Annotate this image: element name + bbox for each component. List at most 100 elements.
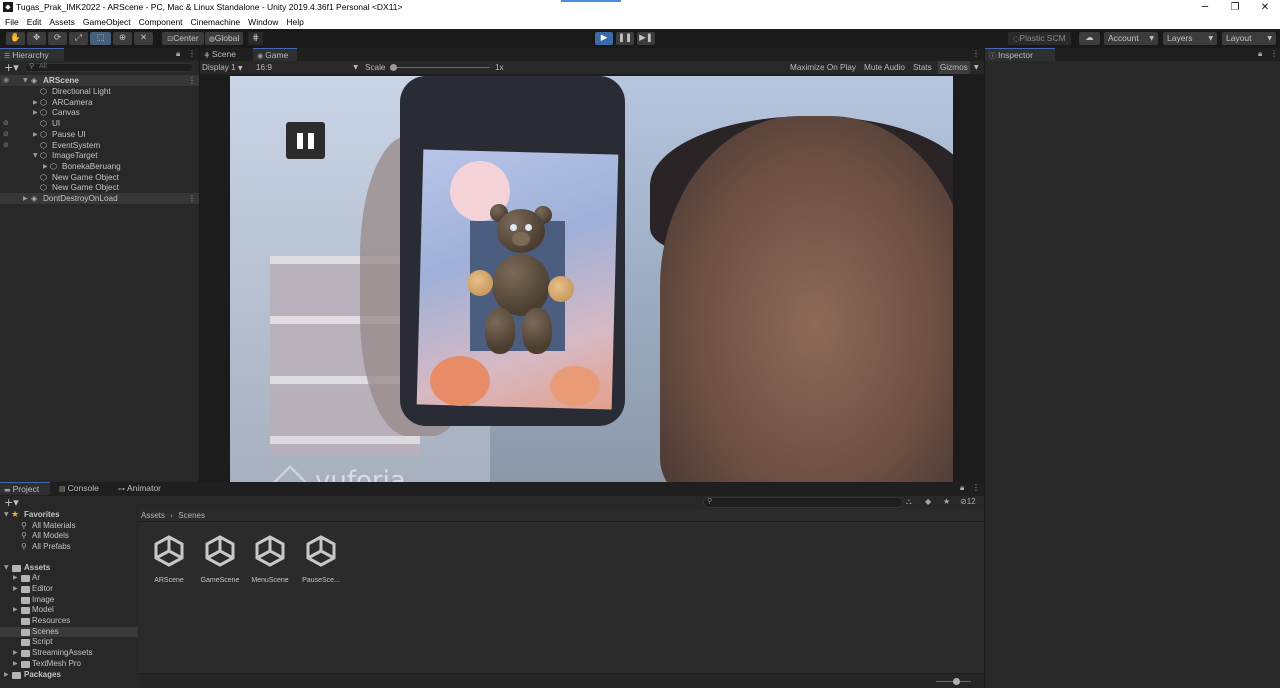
hierarchy-item[interactable]: ⬡ New Game Object	[0, 182, 199, 193]
visibility-eye-icon[interactable]: ◉	[3, 75, 9, 86]
hand-tool-icon[interactable]: ✋	[6, 32, 25, 45]
lock-icon[interactable]: 🔒︎	[960, 483, 964, 493]
hidden-packages-toggle[interactable]: ⊘12	[960, 497, 976, 506]
expand-arrow-icon[interactable]: ▶	[33, 129, 38, 140]
favorite-item[interactable]: ⚲ All Prefabs	[0, 542, 138, 553]
hierarchy-item[interactable]: ▼ ⬡ ImageTarget	[0, 150, 199, 161]
folder-item[interactable]: ▶ Editor	[0, 584, 138, 595]
more-options-icon[interactable]: ⋮	[972, 49, 980, 58]
scene-options-icon[interactable]: ⋮	[188, 75, 196, 86]
plastic-scm-button[interactable]: ◌Plastic SCM	[1008, 32, 1071, 45]
create-add-icon[interactable]: +▾	[4, 496, 19, 509]
hidden-eye-icon[interactable]: ⊘	[3, 118, 9, 129]
grid-snap-icon[interactable]: ⋕	[248, 32, 263, 45]
aspect-dropdown[interactable]: 16:9 ▼	[256, 61, 358, 74]
pivot-center-toggle[interactable]: ⊡Center	[162, 32, 204, 45]
menu-file[interactable]: File	[0, 15, 23, 29]
scale-tool-icon[interactable]: ⤢	[69, 32, 88, 45]
rect-tool-icon[interactable]: ⬚	[90, 32, 111, 45]
in-game-pause-button[interactable]	[286, 122, 325, 159]
expand-arrow-icon[interactable]: ▶	[43, 161, 48, 172]
lock-icon[interactable]: 🔒︎	[1258, 49, 1262, 59]
folder-item[interactable]: ▶ Ar	[0, 573, 138, 584]
custom-tool-icon[interactable]: ✕	[134, 32, 153, 45]
expand-arrow-icon[interactable]: ▶	[23, 193, 28, 204]
tab-game[interactable]: ◉ Game	[253, 48, 297, 61]
scene-asset[interactable]: MenuScene	[245, 534, 295, 584]
favorite-item[interactable]: ⚲ All Models	[0, 531, 138, 542]
expand-arrow-icon[interactable]: ▶	[33, 97, 38, 108]
move-tool-icon[interactable]: ✥	[27, 32, 46, 45]
expand-arrow-icon[interactable]: ▼	[23, 75, 28, 86]
hierarchy-search-input[interactable]: ⚲ All	[24, 62, 194, 72]
gizmos-toggle[interactable]: Gizmos	[938, 61, 970, 74]
scene-asset[interactable]: GameScene	[195, 534, 245, 584]
folder-item[interactable]: Resources	[0, 616, 138, 627]
menu-gameobject[interactable]: GameObject	[79, 15, 135, 29]
hierarchy-item[interactable]: ⊘ ▶ ⬡ Pause UI	[0, 129, 199, 140]
lock-icon[interactable]: 🔒︎	[176, 49, 180, 59]
scene-row-dontdestroyonload[interactable]: ▶ ◈ DontDestroyOnLoad ⋮	[0, 193, 199, 204]
tab-console[interactable]: ▤ Console	[55, 482, 111, 495]
more-options-icon[interactable]: ⋮	[1270, 49, 1278, 58]
close-icon[interactable]: ✕	[1250, 0, 1280, 15]
hidden-eye-icon[interactable]: ⊘	[3, 140, 9, 151]
tab-project[interactable]: ▬ Project	[0, 482, 50, 495]
favorites-row[interactable]: ▼ ★ Favorites	[0, 510, 138, 521]
favorite-star-icon[interactable]: ★	[943, 497, 950, 506]
hierarchy-item[interactable]: ▶ ⬡ Canvas	[0, 107, 199, 118]
scale-slider-thumb[interactable]	[390, 64, 397, 71]
more-options-icon[interactable]: ⋮	[188, 49, 196, 58]
folder-item[interactable]: ▶ Model	[0, 605, 138, 616]
expand-arrow-icon[interactable]: ▶	[13, 605, 18, 616]
scene-asset[interactable]: ARScene	[144, 534, 194, 584]
folder-item[interactable]: Script	[0, 637, 138, 648]
transform-tool-icon[interactable]: ⊕	[113, 32, 132, 45]
expand-arrow-icon[interactable]: ▶	[13, 573, 18, 584]
tab-hierarchy[interactable]: ☰ Hierarchy	[0, 48, 64, 61]
breadcrumb-scenes[interactable]: Scenes	[178, 511, 205, 520]
tab-scene[interactable]: ⋕ Scene	[200, 48, 250, 61]
packages-root-row[interactable]: ▶ Packages	[0, 670, 138, 681]
rotate-tool-icon[interactable]: ⟳	[48, 32, 67, 45]
hierarchy-item[interactable]: ▶ ⬡ BonekaBeruang	[0, 161, 199, 172]
hierarchy-item[interactable]: ⊘ ⬡ UI	[0, 118, 199, 129]
folder-item[interactable]: ▶ TextMesh Pro	[0, 659, 138, 670]
scene-options-icon[interactable]: ⋮	[188, 193, 196, 204]
menu-help[interactable]: Help	[282, 15, 307, 29]
menu-assets[interactable]: Assets	[45, 15, 79, 29]
hierarchy-item[interactable]: ⬡ New Game Object	[0, 172, 199, 183]
filter-label-icon[interactable]: ◆	[925, 497, 931, 506]
scene-asset[interactable]: PauseSce...	[296, 534, 346, 584]
hierarchy-item[interactable]: ⬡ Directional Light	[0, 86, 199, 97]
expand-arrow-icon[interactable]: ▶	[13, 659, 18, 670]
filter-type-icon[interactable]: ⛬	[906, 497, 912, 507]
expand-arrow-icon[interactable]: ▶	[13, 584, 18, 595]
expand-arrow-icon[interactable]: ▶	[4, 670, 9, 681]
expand-arrow-icon[interactable]: ▶	[13, 648, 18, 659]
layers-dropdown[interactable]: Layers ▼	[1163, 32, 1217, 45]
step-button[interactable]: ▶❚	[637, 32, 655, 45]
tab-animator[interactable]: ⊶ Animator	[114, 482, 174, 495]
scene-row-arscene[interactable]: ◉ ▼ ◈ ARScene ⋮	[0, 75, 199, 86]
account-dropdown[interactable]: Account ▼	[1104, 32, 1158, 45]
minimize-icon[interactable]: ─	[1190, 0, 1220, 15]
play-button[interactable]: ▶	[595, 32, 613, 45]
menu-window[interactable]: Window	[244, 15, 282, 29]
menu-cinemachine[interactable]: Cinemachine	[187, 15, 245, 29]
expand-arrow-icon[interactable]: ▼	[4, 510, 9, 521]
layout-dropdown[interactable]: Layout ▼	[1222, 32, 1276, 45]
assets-root-row[interactable]: ▼ Assets	[0, 563, 138, 574]
space-global-toggle[interactable]: ◍Global	[205, 32, 243, 45]
gizmos-dropdown-icon[interactable]: ▼	[974, 61, 979, 74]
icon-size-slider-thumb[interactable]	[953, 678, 960, 685]
cloud-icon[interactable]: ☁	[1079, 32, 1100, 45]
expand-arrow-icon[interactable]: ▶	[33, 107, 38, 118]
hierarchy-item[interactable]: ⊘ ⬡ EventSystem	[0, 140, 199, 151]
scale-slider[interactable]	[392, 67, 490, 68]
maximize-on-play-toggle[interactable]: Maximize On Play	[790, 61, 856, 74]
tab-inspector[interactable]: ⓘ Inspector	[985, 48, 1055, 61]
expand-arrow-icon[interactable]: ▼	[4, 563, 9, 574]
favorite-item[interactable]: ⚲ All Materials	[0, 521, 138, 532]
game-render-view[interactable]: vuforia	[230, 76, 953, 482]
